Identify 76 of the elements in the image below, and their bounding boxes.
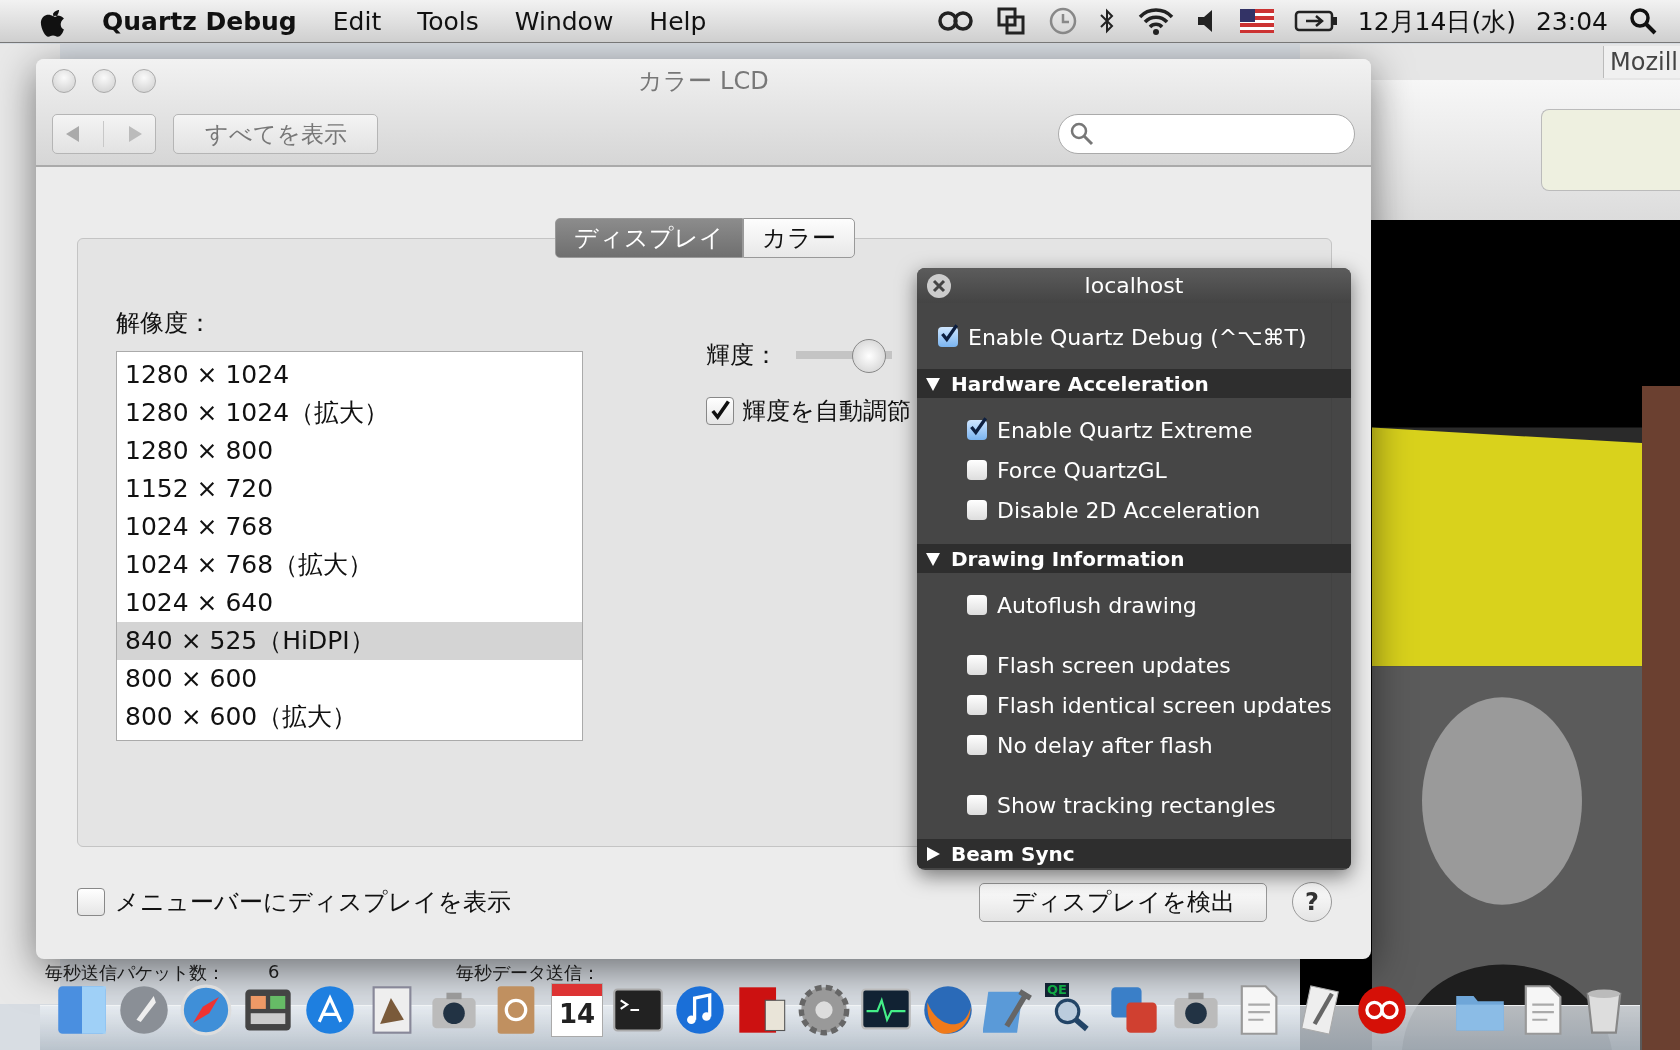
battery-icon[interactable] (1293, 9, 1338, 33)
resolution-item[interactable]: 1024 × 768 (117, 508, 582, 546)
stat-label: 毎秒データ送信： (456, 961, 600, 985)
checkbox[interactable] (967, 500, 987, 520)
help-button[interactable]: ? (1292, 882, 1332, 922)
menu-item[interactable]: Window (514, 6, 614, 36)
overlapping-squares-icon[interactable] (995, 6, 1026, 36)
stat-label: 毎秒送信パケット数： (45, 961, 225, 985)
checkbox[interactable] (967, 595, 987, 615)
linked-circles-icon[interactable] (935, 8, 976, 34)
search-icon (1069, 121, 1095, 147)
checkbox[interactable] (77, 888, 105, 916)
resolution-item[interactable]: 1024 × 640 (117, 584, 582, 622)
checkbox[interactable] (967, 695, 987, 715)
detect-displays-button[interactable]: ディスプレイを検出 (979, 882, 1267, 922)
checkbox[interactable] (938, 327, 958, 347)
disclosure-triangle-icon[interactable] (925, 845, 941, 862)
window-title: カラー LCD (638, 66, 769, 97)
show-all-button[interactable]: すべてを表示 (173, 114, 378, 154)
resolution-item[interactable]: 800 × 600（拡大） (117, 698, 582, 736)
checkbox-label[interactable]: Show tracking rectangles (997, 792, 1276, 818)
bluetooth-icon[interactable] (1097, 6, 1116, 36)
menu-item[interactable]: Edit (332, 6, 382, 36)
section-header[interactable]: Beam Sync (917, 839, 1351, 868)
checkbox-label[interactable]: Flash identical screen updates (997, 692, 1332, 718)
compass-icon[interactable] (179, 983, 233, 1037)
checkbox-label[interactable]: Flash screen updates (997, 652, 1231, 678)
brightness-label: 輝度： (706, 340, 778, 371)
resolution-item[interactable]: 1280 × 800 (117, 432, 582, 470)
resolution-item[interactable]: 1280 × 1024 (117, 356, 582, 394)
checkbox-label[interactable]: Enable Quartz Extreme (997, 417, 1253, 443)
checkbox[interactable] (967, 735, 987, 755)
resolution-item[interactable]: 1152 × 720 (117, 470, 582, 508)
tab[interactable]: カラー (742, 218, 855, 258)
section-header[interactable]: Drawing Information (917, 544, 1351, 573)
checkbox-label[interactable]: Autoflush drawing (997, 592, 1197, 618)
close-icon[interactable] (926, 272, 952, 299)
menu-item[interactable]: Tools (417, 6, 479, 36)
checkbox[interactable] (706, 397, 734, 425)
checkbox-label[interactable]: No delay after flash (997, 732, 1213, 758)
music-note-icon[interactable] (673, 983, 727, 1037)
globe-icon[interactable] (921, 983, 975, 1037)
resolution-item[interactable]: 1280 × 1024（拡大） (117, 394, 582, 432)
resolution-item[interactable]: 840 × 525（HiDPI） (117, 622, 582, 660)
time-text[interactable]: 23:04 (1535, 6, 1608, 36)
stat-value: 6 (268, 961, 280, 982)
checkbox-label[interactable]: Disable 2D Acceleration (997, 497, 1261, 523)
checkbox-label[interactable]: 輝度を自動調節 (742, 395, 911, 427)
checkbox[interactable] (967, 655, 987, 675)
checkbox[interactable] (967, 420, 987, 440)
section-header[interactable]: Hardware Acceleration (917, 369, 1351, 398)
search-icon[interactable] (1628, 6, 1658, 36)
date-text[interactable]: 12月14日(水) (1357, 4, 1516, 38)
resolution-item[interactable]: 800 × 600 (117, 660, 582, 698)
resolution-label: 解像度： (116, 308, 213, 339)
address-field[interactable] (1541, 109, 1680, 191)
browser-tab[interactable]: Mozill (1603, 46, 1680, 78)
checkbox[interactable] (967, 460, 987, 480)
tab[interactable]: ディスプレイ (554, 218, 743, 258)
calendar-icon[interactable]: 14 (551, 983, 603, 1037)
resolution-item[interactable]: 1024 × 768（拡大） (117, 546, 582, 584)
circle-icon[interactable] (1355, 983, 1409, 1037)
search-field[interactable] (1058, 114, 1355, 154)
flag-icon[interactable] (1239, 9, 1274, 33)
checkbox-label[interactable]: メニューバーにディスプレイを表示 (115, 886, 511, 918)
slider-thumb[interactable] (851, 339, 886, 373)
app-menu[interactable]: Quartz Debug (102, 6, 297, 36)
panel-title: localhost (1084, 273, 1184, 298)
gear-icon[interactable] (797, 983, 851, 1037)
menu-item[interactable]: Help (649, 6, 707, 36)
checkbox-label[interactable]: Force QuartzGL (997, 457, 1167, 483)
checkbox[interactable] (967, 795, 987, 815)
disclosure-triangle-icon[interactable] (925, 550, 941, 567)
disclosure-triangle-icon[interactable] (925, 375, 941, 392)
checkbox-label[interactable]: Enable Quartz Debug (^⌥⌘T) (968, 324, 1307, 350)
tile-icon[interactable] (55, 983, 109, 1037)
